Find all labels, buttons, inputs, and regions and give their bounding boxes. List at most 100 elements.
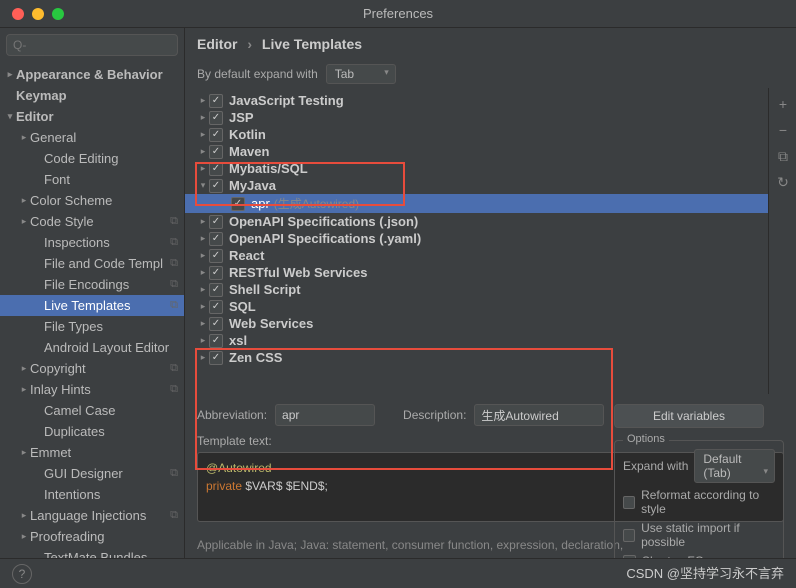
sidebar-item[interactable]: Editor [0,106,184,127]
chevron-icon[interactable] [197,129,209,140]
chevron-icon[interactable] [197,216,209,227]
template-checkbox[interactable] [209,300,223,314]
sidebar-item[interactable]: Inspections⧉ [0,232,184,253]
add-button[interactable]: + [773,94,793,114]
template-checkbox[interactable] [209,215,223,229]
sidebar-item[interactable]: Keymap [0,85,184,106]
chevron-icon[interactable] [197,352,209,363]
template-checkbox[interactable] [209,128,223,142]
edit-variables-button[interactable]: Edit variables [614,404,764,428]
template-item[interactable]: Mybatis/SQL [185,160,768,177]
chevron-icon[interactable] [197,95,209,106]
chevron-icon[interactable] [197,180,209,191]
template-item[interactable]: Web Services [185,315,768,332]
chevron-icon[interactable] [197,267,209,278]
template-checkbox[interactable] [209,266,223,280]
sidebar-item[interactable]: File Types [0,316,184,337]
sidebar-item[interactable]: File Encodings⧉ [0,274,184,295]
chevron-icon[interactable] [18,531,30,542]
sidebar-item[interactable]: Language Injections⧉ [0,505,184,526]
template-item[interactable]: OpenAPI Specifications (.yaml) [185,230,768,247]
minimize-window-button[interactable] [32,8,44,20]
chevron-icon[interactable] [197,284,209,295]
expand-select[interactable]: Tab [326,64,396,84]
template-item[interactable]: MyJava [185,177,768,194]
template-checkbox[interactable] [231,197,245,211]
breadcrumb-part[interactable]: Editor [197,36,237,52]
close-window-button[interactable] [12,8,24,20]
template-item[interactable]: React [185,247,768,264]
template-checkbox[interactable] [209,94,223,108]
chevron-icon[interactable] [197,163,209,174]
template-item[interactable]: JavaScript Testing [185,92,768,109]
template-checkbox[interactable] [209,283,223,297]
chevron-icon[interactable] [197,250,209,261]
scope-icon: ⧉ [170,509,178,522]
chevron-icon[interactable] [18,216,30,227]
sidebar-item[interactable]: TextMate Bundles [0,547,184,558]
chevron-icon[interactable] [197,301,209,312]
template-checkbox[interactable] [209,249,223,263]
sidebar-item[interactable]: Inlay Hints⧉ [0,379,184,400]
sidebar-item[interactable]: Code Style⧉ [0,211,184,232]
template-item[interactable]: SQL [185,298,768,315]
template-checkbox[interactable] [209,162,223,176]
chevron-icon[interactable] [197,112,209,123]
copy-button[interactable]: ⧉ [773,146,793,166]
sidebar-item[interactable]: Color Scheme [0,190,184,211]
description-input[interactable] [474,404,604,426]
template-item[interactable]: apr(生成Autowired) [185,194,768,213]
chevron-icon[interactable] [197,318,209,329]
sidebar-item[interactable]: Code Editing [0,148,184,169]
sidebar-item[interactable]: Intentions [0,484,184,505]
template-item[interactable]: Zen CSS [185,349,768,366]
sidebar-item[interactable]: Live Templates⧉ [0,295,184,316]
chevron-icon[interactable] [197,146,209,157]
template-tree[interactable]: JavaScript TestingJSPKotlinMavenMybatis/… [185,88,768,394]
chevron-icon[interactable] [18,384,30,395]
template-item[interactable]: JSP [185,109,768,126]
sidebar-item[interactable]: Font [0,169,184,190]
template-item[interactable]: Maven [185,143,768,160]
template-checkbox[interactable] [209,145,223,159]
template-checkbox[interactable] [209,111,223,125]
template-checkbox[interactable] [209,334,223,348]
sidebar-item[interactable]: Camel Case [0,400,184,421]
maximize-window-button[interactable] [52,8,64,20]
chevron-icon[interactable] [18,510,30,521]
sidebar-item[interactable]: GUI Designer⧉ [0,463,184,484]
template-item[interactable]: RESTful Web Services [185,264,768,281]
sidebar-item[interactable]: General [0,127,184,148]
template-item[interactable]: Shell Script [185,281,768,298]
sidebar-item[interactable]: Duplicates [0,421,184,442]
sidebar-item[interactable]: Proofreading [0,526,184,547]
remove-button[interactable]: − [773,120,793,140]
template-checkbox[interactable] [209,232,223,246]
sidebar-item[interactable]: Android Layout Editor [0,337,184,358]
help-button[interactable]: ? [12,564,32,584]
chevron-icon[interactable] [4,111,16,122]
sidebar-item[interactable]: Copyright⧉ [0,358,184,379]
sidebar-item[interactable]: Emmet [0,442,184,463]
template-item[interactable]: OpenAPI Specifications (.json) [185,213,768,230]
chevron-icon[interactable] [18,447,30,458]
chevron-icon[interactable] [18,132,30,143]
chevron-icon[interactable] [18,363,30,374]
template-checkbox[interactable] [209,317,223,331]
template-checkbox[interactable] [209,351,223,365]
static-import-checkbox[interactable] [623,529,635,542]
search-input[interactable] [6,34,178,56]
expand-with-select[interactable]: Default (Tab) [694,449,775,483]
template-item[interactable]: Kotlin [185,126,768,143]
reformat-checkbox[interactable] [623,496,635,509]
sidebar-item[interactable]: File and Code Templ⧉ [0,253,184,274]
chevron-icon[interactable] [197,233,209,244]
chevron-icon[interactable] [18,195,30,206]
template-checkbox[interactable] [209,179,223,193]
restore-button[interactable]: ↻ [773,172,793,192]
template-item[interactable]: xsl [185,332,768,349]
chevron-icon[interactable] [197,335,209,346]
abbreviation-input[interactable] [275,404,375,426]
sidebar-item[interactable]: Appearance & Behavior [0,64,184,85]
chevron-icon[interactable] [4,69,16,80]
